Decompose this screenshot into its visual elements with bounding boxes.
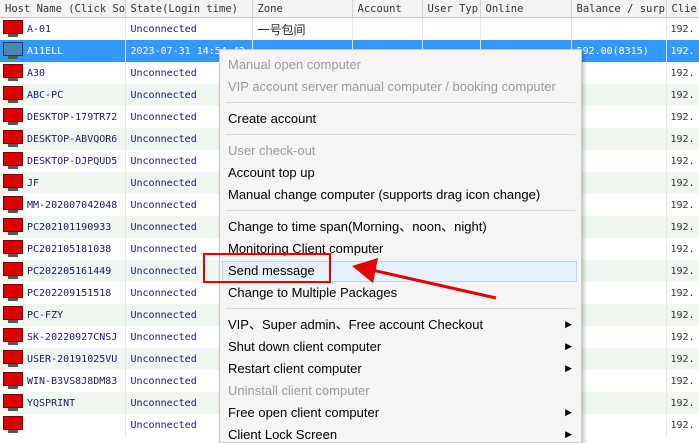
red-arrow-pointer (352, 258, 497, 300)
